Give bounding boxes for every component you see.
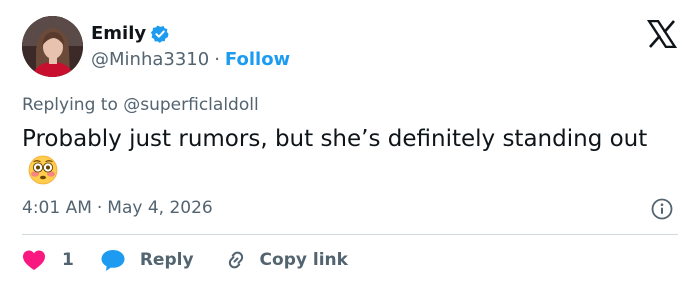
tweet-text-block: Probably just rumors, but she’s definite…	[22, 124, 682, 188]
author-display-name[interactable]: Emily	[91, 23, 146, 45]
like-count: 1	[62, 250, 74, 270]
reply-bubble-icon	[100, 248, 126, 272]
tweet-time[interactable]: 4:01 AM	[22, 197, 92, 219]
flushed-face-emoji-icon	[28, 155, 58, 185]
divider	[22, 234, 678, 235]
copy-link-label: Copy link	[259, 250, 348, 270]
copy-link-button[interactable]: Copy link	[224, 248, 348, 272]
author-handle[interactable]: @Minha3310	[91, 49, 209, 71]
x-logo-icon[interactable]	[646, 19, 678, 49]
replying-to-line: Replying to @superficlaldoll	[22, 94, 259, 116]
tweet-card: Emily @Minha3310 · Follow Replying to @s…	[0, 0, 700, 287]
tweet-text: Probably just rumors, but she’s definite…	[22, 126, 648, 152]
meta-separator: ·	[96, 198, 103, 218]
like-button[interactable]: 1	[22, 249, 100, 271]
tweet-date[interactable]: May 4, 2026	[107, 197, 212, 219]
link-icon	[224, 248, 248, 272]
heart-icon	[22, 249, 46, 271]
follow-button[interactable]: Follow	[225, 49, 290, 71]
handle-separator: ·	[214, 49, 220, 70]
tweet-meta: 4:01 AM · May 4, 2026	[22, 197, 213, 219]
replying-to-mention[interactable]: @superficlaldoll	[123, 95, 258, 115]
verified-badge-icon	[150, 24, 170, 44]
author-handle-row: @Minha3310 · Follow	[91, 49, 290, 71]
reply-label: Reply	[139, 250, 194, 270]
author-name-row: Emily	[91, 22, 170, 46]
reply-button[interactable]: Reply	[100, 248, 224, 272]
tweet-actions-bar: 1 Reply Copy link	[22, 247, 348, 273]
info-icon[interactable]	[651, 198, 673, 220]
replying-to-prefix: Replying to	[22, 95, 118, 115]
avatar[interactable]	[22, 16, 83, 77]
